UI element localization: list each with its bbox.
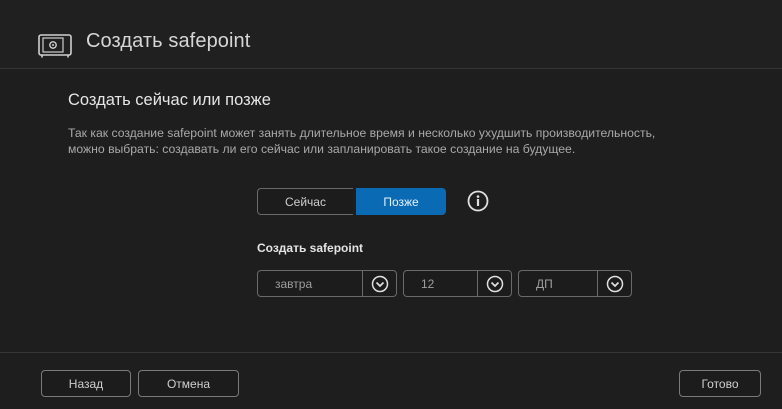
ampm-value: ДП (536, 277, 553, 291)
ampm-dropdown-toggle[interactable] (597, 271, 631, 296)
day-select[interactable]: завтра (257, 270, 397, 297)
section-subtitle: Создать сейчас или позже (68, 91, 271, 109)
day-value: завтра (275, 277, 313, 291)
chevron-down-icon (486, 275, 503, 292)
description-line-1: Так как создание safepoint может занять … (68, 126, 656, 140)
back-button[interactable]: Назад (41, 370, 131, 397)
chevron-down-icon (371, 275, 388, 292)
dialog-footer: Назад Отмена Готово (0, 352, 782, 409)
description-line-2: можно выбрать: создавать ли его сейчас и… (68, 141, 576, 156)
hour-value: 12 (421, 277, 435, 291)
later-toggle-button[interactable]: Позже (356, 188, 446, 215)
hour-dropdown-toggle[interactable] (477, 271, 511, 296)
done-button[interactable]: Готово (679, 370, 761, 397)
create-safepoint-dialog: Создать safepoint Создать сейчас или поз… (0, 0, 782, 409)
info-icon[interactable] (467, 190, 489, 217)
dialog-content: Создать сейчас или позже Так как создани… (0, 69, 782, 351)
dialog-title: Создать safepoint (86, 30, 251, 52)
now-toggle-button[interactable]: Сейчас (257, 188, 353, 215)
ampm-select[interactable]: ДП (518, 270, 632, 297)
safe-icon (38, 34, 72, 63)
chevron-down-icon (606, 275, 623, 292)
cancel-button[interactable]: Отмена (138, 370, 239, 397)
schedule-label: Создать safepoint (257, 241, 364, 255)
dialog-header: Создать safepoint (0, 0, 782, 69)
section-description: Так как создание safepoint может занять … (68, 126, 768, 157)
hour-select[interactable]: 12 (403, 270, 512, 297)
day-dropdown-toggle[interactable] (362, 271, 396, 296)
